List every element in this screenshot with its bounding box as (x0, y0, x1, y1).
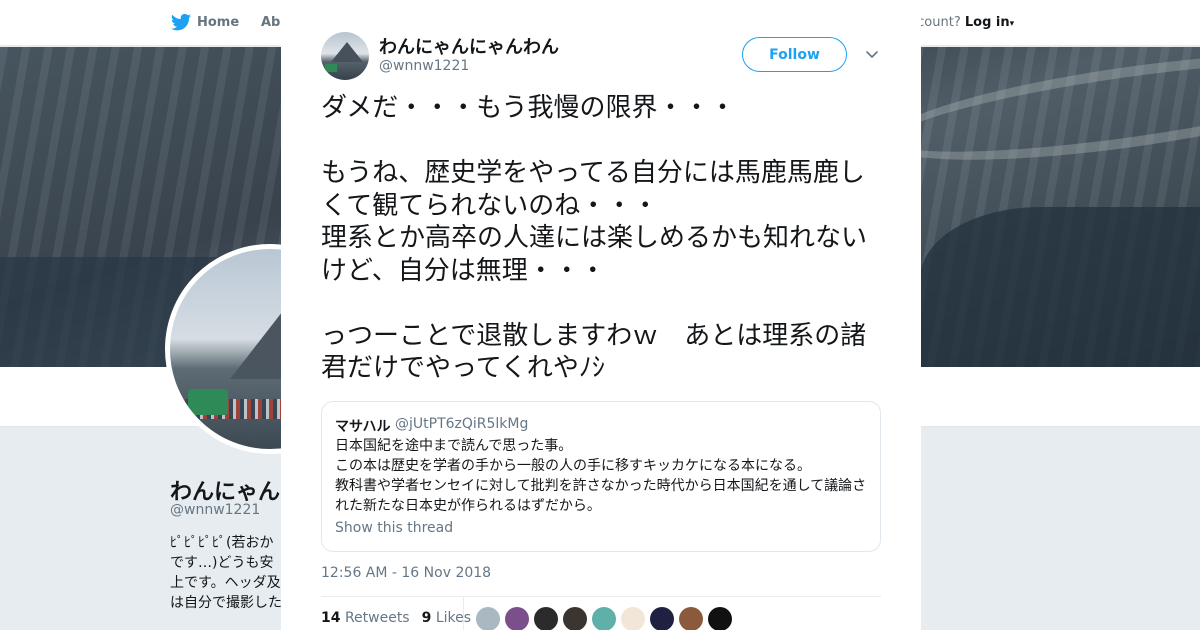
liker-avatar[interactable] (679, 607, 703, 630)
quoted-tweet-text: 日本国紀を途中まで読んで思った事。 この本は歴史を学者の手から一般の人の手に移す… (335, 438, 867, 514)
quoted-author-name: マサハル (335, 419, 391, 435)
login-caret-icon: ▾ (1009, 19, 1015, 29)
quoted-tweet[interactable]: マサハル @jUtPT6zQiR5lkMg 日本国紀を途中まで読んで思った事。 … (321, 401, 881, 552)
nav-account-area: ccount? Log in▾ (910, 15, 1014, 30)
retweets-count: 14 (321, 610, 341, 626)
likes-label: Likes (435, 610, 472, 626)
retweets-stat[interactable]: 14 Retweets (321, 610, 410, 626)
liker-avatar[interactable] (505, 607, 529, 630)
tweet-stats: 14 Retweets 9 Likes (321, 610, 483, 626)
chevron-down-icon[interactable] (864, 46, 880, 62)
likers-avatars (476, 607, 737, 630)
liker-avatar[interactable] (534, 607, 558, 630)
liker-avatar[interactable] (621, 607, 645, 630)
nav-home-link[interactable]: Home (197, 15, 239, 30)
stats-divider (463, 597, 464, 630)
author-handle[interactable]: @wnnw1221 (379, 58, 469, 74)
quoted-author-handle: @jUtPT6zQiR5lkMg (395, 416, 529, 432)
divider (321, 596, 881, 597)
liker-avatar[interactable] (563, 607, 587, 630)
login-link[interactable]: Log in (965, 15, 1010, 30)
tweet-modal: わんにゃんにゃんわん @wnnw1221 Follow ダメだ・・・もう我慢の限… (281, 0, 921, 630)
liker-avatar[interactable] (708, 607, 732, 630)
follow-button[interactable]: Follow (742, 37, 847, 72)
twitter-bird-icon[interactable] (170, 13, 192, 33)
author-name[interactable]: わんにゃんにゃんわん (379, 33, 559, 59)
profile-handle: @wnnw1221 (170, 502, 261, 518)
liker-avatar[interactable] (650, 607, 674, 630)
show-thread-link[interactable]: Show this thread (335, 520, 453, 536)
liker-avatar[interactable] (476, 607, 500, 630)
profile-bio: ﾋﾟﾋﾟﾋﾟﾋﾟ(若おか です…)どうも安 上です。ヘッダ及 は自分で撮影した (170, 535, 282, 611)
liker-avatar[interactable] (592, 607, 616, 630)
author-avatar[interactable] (321, 32, 369, 80)
likes-count: 9 (421, 610, 432, 626)
close-icon[interactable] (1153, 11, 1179, 37)
tweet-timestamp[interactable]: 12:56 AM - 16 Nov 2018 (321, 565, 491, 581)
tweet-text: ダメだ・・・もう我慢の限界・・・ もうね、歴史学をやってる自分には馬鹿馬鹿しくて… (321, 93, 868, 383)
retweets-label: Retweets (344, 610, 410, 626)
